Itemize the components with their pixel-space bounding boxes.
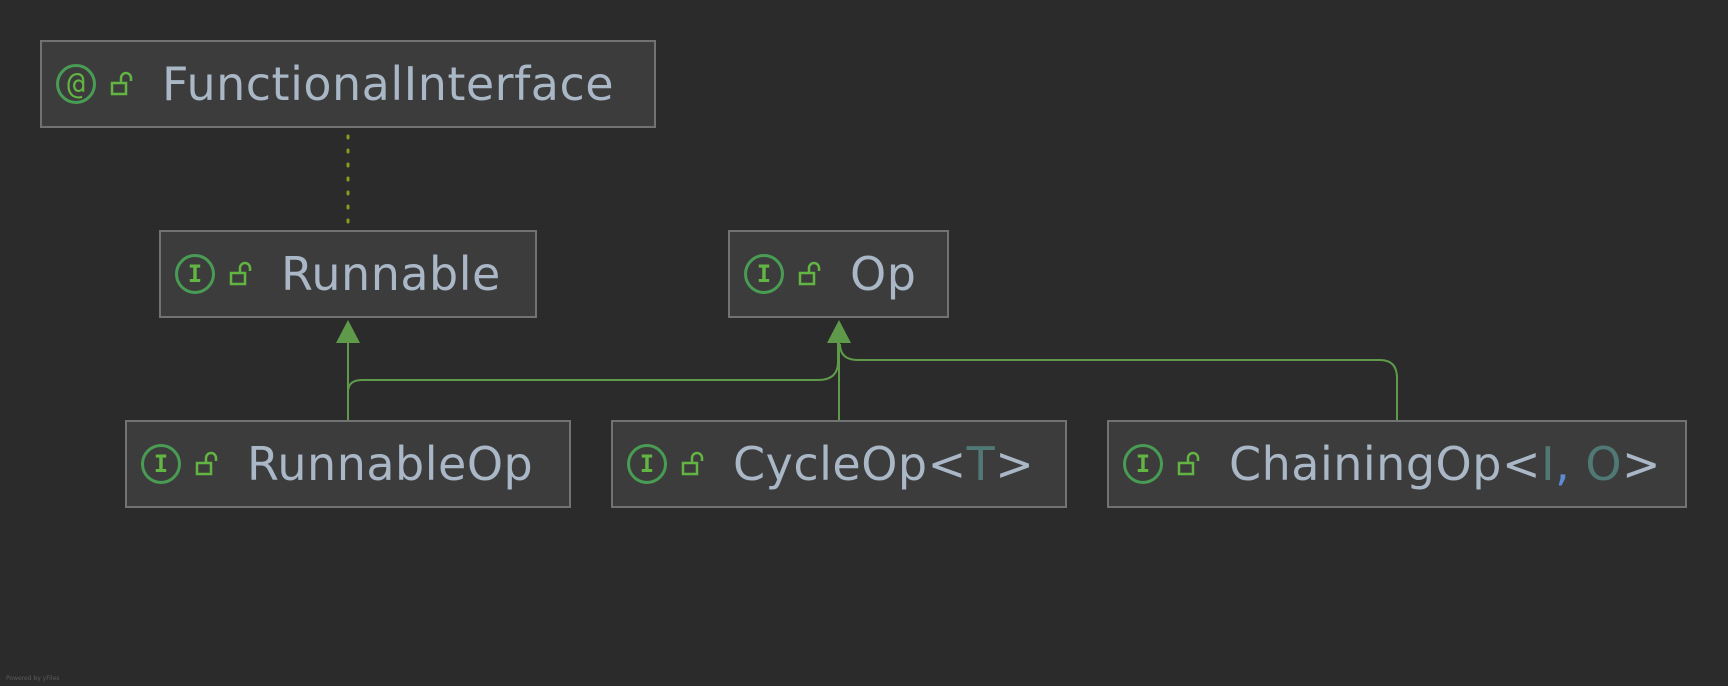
unlocked-icon [798, 261, 821, 286]
interface-icon: I [744, 254, 784, 294]
node-runnable[interactable]: I Runnable [159, 230, 537, 318]
interface-icon: I [175, 254, 215, 294]
type-name: CycleOp [733, 437, 928, 491]
type-name: ChainingOp [1229, 437, 1502, 491]
unlocked-icon [229, 261, 252, 286]
unlocked-icon [110, 71, 133, 96]
interface-icon: I [1123, 444, 1163, 484]
type-bracket-close: > [1622, 437, 1662, 491]
annotation-icon: @ [56, 64, 96, 104]
node-functionalinterface[interactable]: @ FunctionalInterface [40, 40, 656, 128]
interface-icon: I [627, 444, 667, 484]
node-label: ChainingOp<I, O> [1229, 437, 1661, 491]
node-label: FunctionalInterface [162, 57, 615, 111]
node-label: CycleOp<T> [733, 437, 1034, 491]
node-label: RunnableOp [247, 437, 534, 491]
unlocked-icon [1177, 451, 1200, 476]
node-cycleop[interactable]: I CycleOp<T> [611, 420, 1067, 508]
arrowhead-runnable [336, 320, 360, 343]
type-bracket-open: < [1501, 437, 1541, 491]
type-bracket-open: < [927, 437, 967, 491]
node-chainingop[interactable]: I ChainingOp<I, O> [1107, 420, 1687, 508]
node-label: Op [850, 247, 917, 301]
edge-runnableop-to-op [347, 340, 839, 400]
unlocked-icon [195, 451, 218, 476]
arrowhead-op [827, 320, 851, 343]
type-parameter: T [966, 437, 996, 491]
unlocked-icon [681, 451, 704, 476]
interface-icon: I [141, 444, 181, 484]
type-parameter-i: I [1540, 437, 1556, 491]
footer-credit: Powered by yFiles [6, 675, 60, 682]
edge-chainingop-to-op [839, 343, 1398, 420]
type-bracket-close: > [995, 437, 1035, 491]
type-parameter-o: O [1585, 437, 1623, 491]
type-separator: , [1555, 437, 1571, 491]
node-runnableop[interactable]: I RunnableOp [125, 420, 571, 508]
node-op[interactable]: I Op [728, 230, 949, 318]
node-label: Runnable [281, 247, 501, 301]
